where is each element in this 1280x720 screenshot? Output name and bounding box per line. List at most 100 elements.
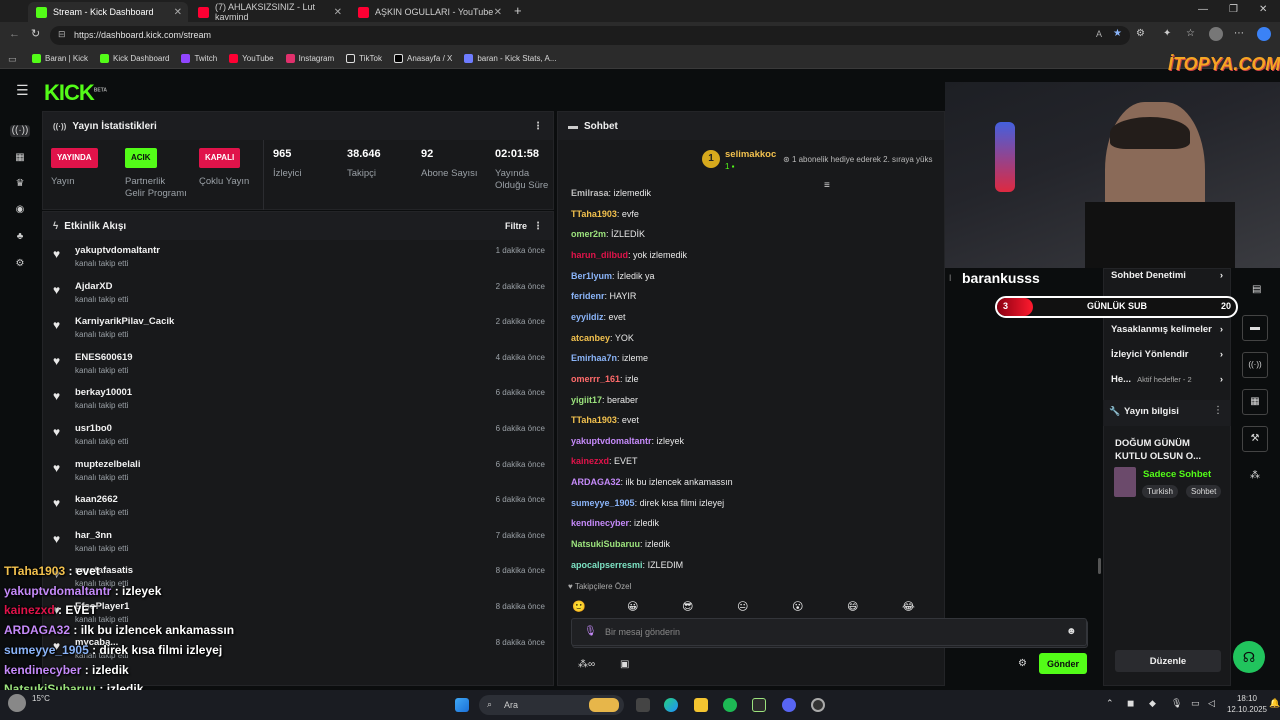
- activity-username[interactable]: AjdarXD: [75, 281, 112, 292]
- volume-icon[interactable]: ◁: [1208, 698, 1215, 709]
- chat-username[interactable]: kendinecyber: [571, 518, 629, 528]
- chat-username[interactable]: sumeyye_1905: [571, 498, 635, 508]
- category-link[interactable]: Sadece Sohbet: [1143, 469, 1211, 480]
- more-icon[interactable]: ⋯: [1234, 28, 1244, 39]
- clock-date[interactable]: 12.10.2025: [1225, 705, 1267, 714]
- activity-username[interactable]: berkay10001: [75, 387, 132, 398]
- chat-username[interactable]: harun_dilbud: [571, 250, 628, 260]
- chat-scrollbar[interactable]: [1098, 558, 1101, 574]
- bookmarks-menu-icon[interactable]: ▭: [8, 54, 17, 65]
- mic-icon[interactable]: 🎙: [584, 626, 597, 637]
- camera-icon[interactable]: ◉: [14, 204, 26, 216]
- bookmark-kick-dashboard[interactable]: Kick Dashboard: [99, 54, 169, 63]
- moderation-menu-item[interactable]: İzleyici Yönlendir ›: [1111, 349, 1225, 360]
- close-icon[interactable]: ✕: [334, 7, 342, 18]
- emote-icon[interactable]: 😐: [737, 600, 748, 613]
- moderation-menu-item[interactable]: Sohbet Denetimi ›: [1111, 270, 1225, 281]
- emote-icon[interactable]: 🙂: [572, 600, 586, 613]
- hamburger-menu-icon[interactable]: ☰: [16, 82, 29, 99]
- activity-username[interactable]: ENES600619: [75, 352, 133, 363]
- bookmark-youtube[interactable]: YouTube: [229, 54, 274, 63]
- bookmark-instagram[interactable]: Instagram: [285, 54, 334, 63]
- tools-wrench-icon[interactable]: ⚒: [1242, 426, 1268, 452]
- more-vertical-icon[interactable]: ⋮: [533, 121, 543, 132]
- chat-settings-gear-icon[interactable]: ⚙: [1018, 658, 1027, 669]
- tray-chevron-icon[interactable]: ⌃: [1106, 698, 1114, 709]
- spotify-icon[interactable]: [723, 698, 737, 712]
- chat-username[interactable]: yigiit17: [571, 395, 602, 405]
- obs-icon[interactable]: [811, 698, 825, 712]
- collections-icon[interactable]: ☆: [1186, 28, 1195, 39]
- bookmark-x[interactable]: Anasayfa / X: [393, 54, 452, 63]
- url-input[interactable]: ⊟ https://dashboard.kick.com/stream A ★: [50, 26, 1130, 45]
- file-explorer-icon[interactable]: [694, 698, 708, 712]
- chat-placeholder-text[interactable]: Bir mesaj gönderin: [605, 627, 680, 637]
- emote-icon[interactable]: 😀: [627, 600, 638, 613]
- store-icon[interactable]: ▣: [620, 659, 629, 670]
- bookmark-kick-stats[interactable]: baran - Kick Stats, A...: [464, 54, 557, 63]
- points-icon[interactable]: ⁂∞: [578, 659, 595, 670]
- chat-username[interactable]: atcanbey: [571, 333, 610, 343]
- notification-bell-icon[interactable]: 🔔: [1269, 698, 1280, 709]
- tray-app-icon[interactable]: ◼: [1127, 698, 1134, 709]
- tag-chip[interactable]: Sohbet: [1186, 485, 1222, 498]
- support-chat-icon[interactable]: ☊: [1233, 641, 1265, 673]
- emote-icon[interactable]: 😄: [847, 600, 858, 613]
- kick-logo[interactable]: KICKBETA: [44, 80, 107, 106]
- chat-username[interactable]: omerrr_161: [571, 374, 620, 384]
- tab-youtube-2[interactable]: AŞKIN OGULLARI - YouTube ✕: [350, 2, 508, 22]
- emote-icon[interactable]: 😎: [682, 600, 693, 613]
- chat-username[interactable]: Emilrasa: [571, 188, 609, 198]
- clock-time[interactable]: 18:10: [1225, 694, 1257, 703]
- users-icon[interactable]: ⁂: [1250, 470, 1260, 481]
- window-close-button[interactable]: ✕: [1259, 4, 1267, 15]
- chat-username[interactable]: kainezxd: [571, 456, 609, 466]
- trophy-icon[interactable]: ♛: [14, 178, 26, 190]
- settings-gear-icon[interactable]: ⚙: [14, 258, 26, 270]
- chat-username[interactable]: omer2m: [571, 229, 606, 239]
- discord-icon[interactable]: [782, 698, 796, 712]
- chat-username[interactable]: ARDAGA32: [571, 477, 621, 487]
- broadcast-toggle-icon[interactable]: ((·)): [1242, 352, 1268, 378]
- send-button[interactable]: Gönder: [1039, 653, 1087, 674]
- emote-icon[interactable]: 😮: [792, 600, 803, 613]
- tag-chip[interactable]: Turkish: [1142, 485, 1178, 498]
- refresh-icon[interactable]: ↻: [31, 27, 40, 40]
- users-icon[interactable]: ♣: [14, 231, 26, 243]
- windows-start-icon[interactable]: [455, 698, 469, 712]
- edge-icon[interactable]: [664, 698, 678, 712]
- tab-youtube-1[interactable]: (7) AHLAKSIZSINIZ - Lut kavmind ✕: [190, 2, 348, 22]
- bookmark-twitch[interactable]: Twitch: [181, 54, 217, 63]
- app-icon[interactable]: [752, 698, 766, 712]
- chat-username[interactable]: NatsukiSubaruu: [571, 539, 640, 549]
- tray-app-icon[interactable]: ◆: [1149, 698, 1156, 709]
- profile-avatar[interactable]: [1209, 27, 1223, 41]
- edit-button[interactable]: Düzenle: [1115, 650, 1221, 672]
- filter-button[interactable]: Filtre: [505, 221, 527, 231]
- chat-username[interactable]: feridenr: [571, 291, 605, 301]
- activity-username[interactable]: yakuptvdomaltantr: [75, 245, 160, 256]
- close-icon[interactable]: ✕: [174, 7, 182, 18]
- activity-username[interactable]: usr1bo0: [75, 423, 112, 434]
- chat-username[interactable]: TTaha1903: [571, 415, 617, 425]
- chat-username[interactable]: eyyildiz: [571, 312, 604, 322]
- collapse-pin-icon[interactable]: ≡: [824, 180, 830, 191]
- layout-icon[interactable]: ▦: [1242, 389, 1268, 415]
- moderation-menu-item[interactable]: Yasaklanmış kelimeler ›: [1111, 324, 1225, 335]
- moderation-menu-item[interactable]: He... Aktif hedefler - 2 ›: [1111, 374, 1225, 385]
- activity-username[interactable]: KarniyarikPilav_Cacik: [75, 316, 174, 327]
- read-aloud-icon[interactable]: A: [1096, 29, 1102, 39]
- more-vertical-icon[interactable]: ⋮: [533, 221, 543, 232]
- activity-username[interactable]: kaan2662: [75, 494, 118, 505]
- analytics-icon[interactable]: ▦: [14, 152, 26, 164]
- chat-toggle-icon[interactable]: ▬: [1242, 315, 1268, 341]
- back-icon[interactable]: ←: [9, 28, 20, 40]
- favorite-star-icon[interactable]: ★: [1113, 28, 1122, 39]
- close-icon[interactable]: ✕: [494, 7, 502, 18]
- extensions-icon[interactable]: ⚙: [1136, 28, 1145, 39]
- chat-username[interactable]: apocalpserresmi: [571, 560, 643, 570]
- new-tab-button[interactable]: +: [514, 3, 522, 18]
- chat-username[interactable]: yakuptvdomaltantr: [571, 436, 652, 446]
- emote-icon[interactable]: 😂: [902, 600, 915, 613]
- bookmark-tiktok[interactable]: TikTok: [346, 54, 382, 63]
